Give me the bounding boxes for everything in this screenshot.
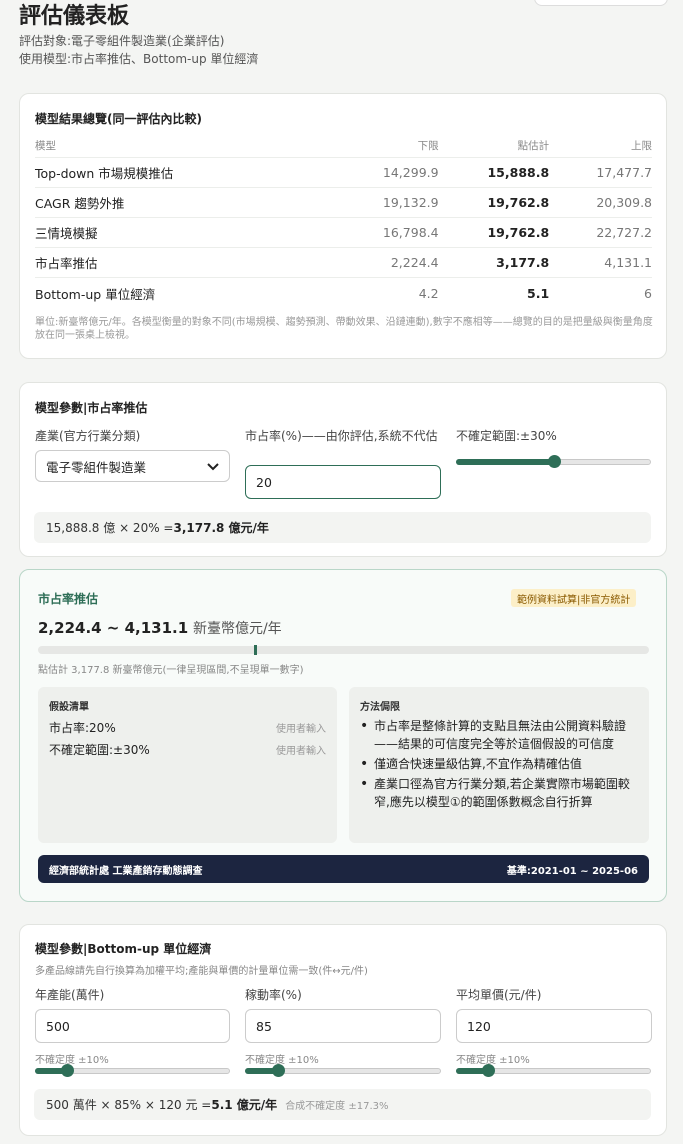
assumption-key: 市占率:20%	[49, 721, 116, 735]
table-row: 市占率推估 2,224.4 3,177.8 4,131.1	[35, 248, 652, 278]
utilization-uncertainty-slider[interactable]	[245, 1064, 441, 1078]
high-value: 17,477.7	[596, 165, 652, 180]
assumption-source: 使用者輸入	[276, 724, 326, 735]
model-name: Top-down 市場規模推估	[35, 166, 174, 181]
low-value: 4.2	[418, 285, 439, 301]
bottomup-hint: 多產品線請先自行換算為加權平均;產能與單價的計量單位需一致(件↔元/件)	[35, 966, 368, 977]
slider-fill	[456, 459, 554, 465]
high-value: 6	[644, 285, 652, 301]
table-row: CAGR 趨勢外推 19,132.9 19,762.8 20,309.8	[35, 188, 652, 218]
share-params-title: 模型參數|市占率推估	[35, 401, 148, 415]
model-name: 三情境模擬	[35, 226, 98, 241]
utilization-label: 稼動率(%)	[245, 988, 302, 1002]
bottomup-title: 模型參數|Bottom-up 單位經濟	[35, 942, 212, 956]
range-value: 2,224.4 ~ 4,131.1	[38, 619, 189, 637]
page-title: 評估儀表板	[19, 4, 130, 29]
slider-knob[interactable]	[271, 1064, 285, 1077]
formula-result: 5.1 億元/年	[211, 1098, 278, 1112]
page-header: 評估儀表板 評估對象:電子零組件製造業(企業評估) 使用模型:市占率推估、Bot…	[19, 2, 669, 68]
result-title: 市占率推估	[38, 592, 99, 606]
formula-result: 3,177.8 億元/年	[173, 521, 269, 535]
high-value: 20,309.8	[596, 195, 652, 210]
share-input[interactable]: 20	[245, 465, 441, 499]
limitation-item: 產業口徑為官方行業分類,若企業實際市場範圍較窄,應先以模型①的範圍係數概念自行折…	[360, 775, 640, 811]
capacity-label: 年產能(萬件)	[35, 988, 105, 1002]
table-row: Bottom-up 單位經濟 4.2 5.1 6	[35, 278, 652, 308]
low-value: 19,132.9	[382, 195, 439, 210]
source-name: 經濟部統計處 工業產銷存動態調查	[49, 865, 203, 877]
point-estimate-note: 點估計 3,177.8 新臺幣億元(一律呈現區間,不呈現單一數字)	[38, 665, 304, 676]
summary-title: 模型結果總覽(同一評估內比較)	[35, 112, 202, 126]
result-range: 2,224.4 ~ 4,131.1 新臺幣億元/年	[38, 618, 282, 638]
point-value: 15,888.8	[487, 165, 550, 180]
capacity-input[interactable]: 500	[35, 1009, 230, 1043]
unit-price-label: 平均單價(元/件)	[456, 988, 542, 1002]
point-value: 19,762.8	[487, 225, 550, 240]
assumptions-panel: 假設清單 市占率:20% 使用者輸入 不確定範圍:±30% 使用者輸入	[38, 687, 337, 843]
point-value: 3,177.8	[496, 255, 550, 270]
limitation-item: 僅適合快速量級估算,不宜作為精確估值	[360, 755, 640, 773]
share-label: 市占率(%)——由你評估,系統不代估	[245, 429, 438, 443]
industry-select-value: 電子零組件製造業	[46, 459, 147, 475]
bottomup-params-card: 模型參數|Bottom-up 單位經濟 多產品線請先自行換算為加權平均;產能與單…	[19, 924, 667, 1136]
table-row: Top-down 市場規模推估 14,299.9 15,888.8 17,477…	[35, 158, 652, 188]
point-estimate-marker	[253, 645, 257, 655]
share-params-card: 模型參數|市占率推估 產業(官方行業分類) 電子零組件製造業 市占率(%)——由…	[19, 382, 667, 557]
unit-price-uncertainty-slider[interactable]	[456, 1064, 651, 1078]
share-result-card: 市占率推估 範例資料試算|非官方統計 2,224.4 ~ 4,131.1 新臺幣…	[19, 569, 667, 902]
limitations-panel: 方法侷限 市占率是整條計算的支點且無法由公開資料驗證——結果的可信度完全等於這個…	[349, 687, 649, 843]
source-period: 基準:2021-01 ~ 2025-06	[506, 865, 638, 877]
assumptions-title: 假設清單	[49, 702, 89, 713]
model-name: CAGR 趨勢外推	[35, 196, 125, 211]
assumption-item: 市占率:20% 使用者輸入	[49, 719, 326, 736]
header-point: 點估計	[517, 140, 550, 152]
high-value: 4,131.1	[604, 255, 652, 270]
assumption-source: 使用者輸入	[276, 746, 326, 757]
bottomup-formula: 500 萬件 × 85% × 120 元 = 5.1 億元/年 合成不確定度 ±…	[34, 1089, 651, 1120]
slider-knob[interactable]	[61, 1064, 75, 1077]
high-value: 22,727.2	[596, 225, 652, 240]
limitations-title: 方法侷限	[360, 702, 400, 713]
header-low: 下限	[417, 140, 439, 152]
assumption-key: 不確定範圍:±30%	[49, 743, 150, 757]
model-name: 市占率推估	[35, 256, 98, 271]
low-value: 2,224.4	[390, 255, 439, 270]
data-source-bar: 經濟部統計處 工業產銷存動態調查 基準:2021-01 ~ 2025-06	[38, 855, 649, 883]
share-formula: 15,888.8 億 × 20% = 3,177.8 億元/年	[34, 512, 651, 543]
model-name: Bottom-up 單位經濟	[35, 286, 156, 302]
formula-text: 15,888.8 億 × 20% =	[46, 521, 174, 535]
uncertainty-slider[interactable]	[456, 455, 651, 469]
summary-card: 模型結果總覽(同一評估內比較) 模型 下限 點估計 上限 Top-down 市場…	[19, 93, 667, 359]
low-value: 16,798.4	[382, 225, 439, 240]
range-bar	[38, 646, 649, 654]
limitation-item: 市占率是整條計算的支點且無法由公開資料驗證——結果的可信度完全等於這個假設的可信…	[360, 717, 640, 753]
table-row: 三情境模擬 16,798.4 19,762.8 22,727.2	[35, 218, 652, 248]
slider-knob[interactable]	[482, 1064, 496, 1077]
chevron-down-icon	[207, 459, 219, 474]
summary-table: 模型 下限 點估計 上限 Top-down 市場規模推估 14,299.9 15…	[35, 134, 652, 308]
evaluation-subject: 評估對象:電子零組件製造業(企業評估)	[19, 34, 225, 48]
combined-uncertainty: 合成不確定度 ±17.3%	[285, 1101, 389, 1112]
low-value: 14,299.9	[382, 165, 439, 180]
industry-label: 產業(官方行業分類)	[35, 429, 141, 443]
header-high: 上限	[631, 140, 652, 152]
point-value: 5.1	[527, 285, 550, 301]
formula-text: 500 萬件 × 85% × 120 元 =	[46, 1098, 212, 1112]
header-model: 模型	[35, 140, 56, 152]
models-used: 使用模型:市占率推估、Bottom-up 單位經濟	[19, 52, 259, 66]
limitations-list: 市占率是整條計算的支點且無法由公開資料驗證——結果的可信度完全等於這個假設的可信…	[360, 717, 640, 813]
slider-knob[interactable]	[547, 455, 561, 468]
point-value: 19,762.8	[487, 195, 550, 210]
industry-select[interactable]: 電子零組件製造業	[35, 450, 230, 482]
capacity-uncertainty-slider[interactable]	[35, 1064, 230, 1078]
table-header-row: 模型 下限 點估計 上限	[35, 134, 652, 158]
range-unit: 新臺幣億元/年	[192, 621, 282, 637]
sample-data-badge: 範例資料試算|非官方統計	[511, 589, 637, 607]
utilization-input[interactable]: 85	[245, 1009, 441, 1043]
uncertainty-label: 不確定範圍:±30%	[456, 429, 557, 443]
assumption-item: 不確定範圍:±30% 使用者輸入	[49, 741, 326, 758]
summary-note: 單位:新臺幣億元/年。各模型衡量的對象不同(市場規模、趨勢預測、帶動效果、沿鏈連…	[35, 317, 653, 341]
unit-price-input[interactable]: 120	[456, 1009, 652, 1043]
